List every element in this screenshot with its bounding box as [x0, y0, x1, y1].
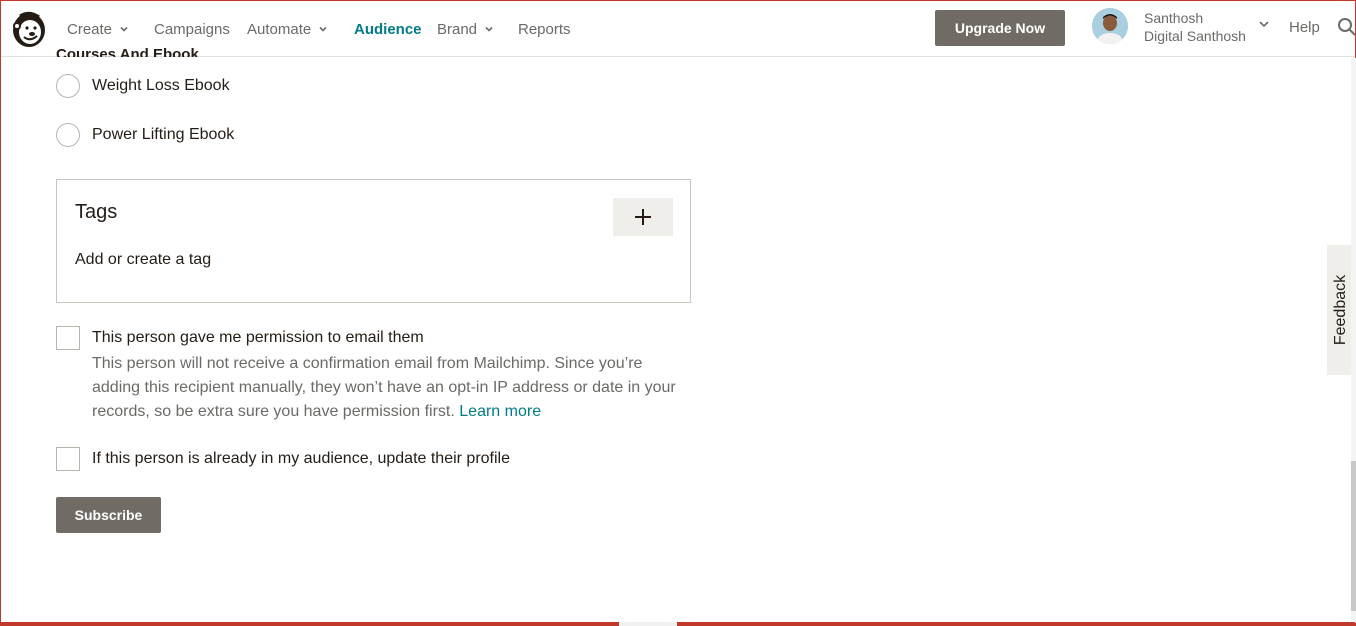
- feedback-label: Feedback: [1332, 274, 1350, 346]
- permission-checkbox[interactable]: [56, 326, 80, 350]
- update-profile-checkbox[interactable]: [56, 447, 80, 471]
- tags-panel: Tags Add or create a tag: [56, 179, 691, 303]
- permission-help-body: This person will not receive a confirmat…: [92, 355, 676, 420]
- permission-help-text: This person will not receive a confirmat…: [92, 352, 692, 424]
- chevron-down-icon[interactable]: [1259, 20, 1269, 28]
- chevron-down-icon: [485, 26, 493, 32]
- update-profile-label: If this person is already in my audience…: [92, 450, 511, 467]
- upgrade-now-button[interactable]: Upgrade Now: [935, 10, 1065, 46]
- option-power-lifting-ebook[interactable]: Power Lifting Ebook: [56, 123, 234, 147]
- plus-icon: [635, 209, 651, 225]
- nav-brand[interactable]: Brand: [437, 19, 493, 39]
- tags-title: Tags: [75, 201, 118, 223]
- add-tag-button[interactable]: [613, 198, 673, 236]
- nav-reports-label: Reports: [518, 20, 571, 38]
- user-account-name[interactable]: Digital Santhosh: [1144, 27, 1246, 45]
- tag-input[interactable]: Add or create a tag: [75, 251, 211, 269]
- chevron-down-icon: [319, 26, 327, 32]
- option-label: Weight Loss Ebook: [92, 77, 230, 94]
- nav-audience[interactable]: Audience: [354, 19, 422, 39]
- group-label: Courses And Ebook: [56, 46, 199, 57]
- avatar[interactable]: [1092, 8, 1128, 44]
- learn-more-link[interactable]: Learn more: [459, 403, 541, 420]
- chevron-down-icon: [120, 26, 128, 32]
- permission-label: This person gave me permission to email …: [92, 329, 424, 346]
- option-weight-loss-ebook[interactable]: Weight Loss Ebook: [56, 74, 230, 98]
- search-icon[interactable]: [1337, 17, 1356, 37]
- top-navigation: Create Campaigns Automate Audience Brand…: [1, 1, 1356, 57]
- nav-campaigns-label: Campaigns: [154, 20, 230, 38]
- nav-audience-label: Audience: [354, 20, 422, 38]
- nav-automate-label: Automate: [247, 20, 312, 38]
- nav-campaigns[interactable]: Campaigns: [154, 19, 230, 39]
- mailchimp-logo-icon[interactable]: [10, 9, 48, 49]
- radio-button[interactable]: [56, 123, 80, 147]
- help-link[interactable]: Help: [1289, 19, 1320, 36]
- nav-create[interactable]: Create: [67, 19, 128, 39]
- bottom-border: [1, 622, 1355, 626]
- scrollbar-thumb[interactable]: [1351, 461, 1356, 611]
- subscribe-button[interactable]: Subscribe: [56, 497, 161, 533]
- nav-automate[interactable]: Automate: [247, 19, 327, 39]
- nav-create-label: Create: [67, 20, 113, 38]
- bottom-border-highlight: [619, 622, 677, 626]
- radio-button[interactable]: [56, 74, 80, 98]
- nav-reports[interactable]: Reports: [518, 19, 571, 39]
- nav-brand-label: Brand: [437, 20, 478, 38]
- user-name[interactable]: Santhosh: [1144, 9, 1203, 27]
- option-label: Power Lifting Ebook: [92, 126, 235, 143]
